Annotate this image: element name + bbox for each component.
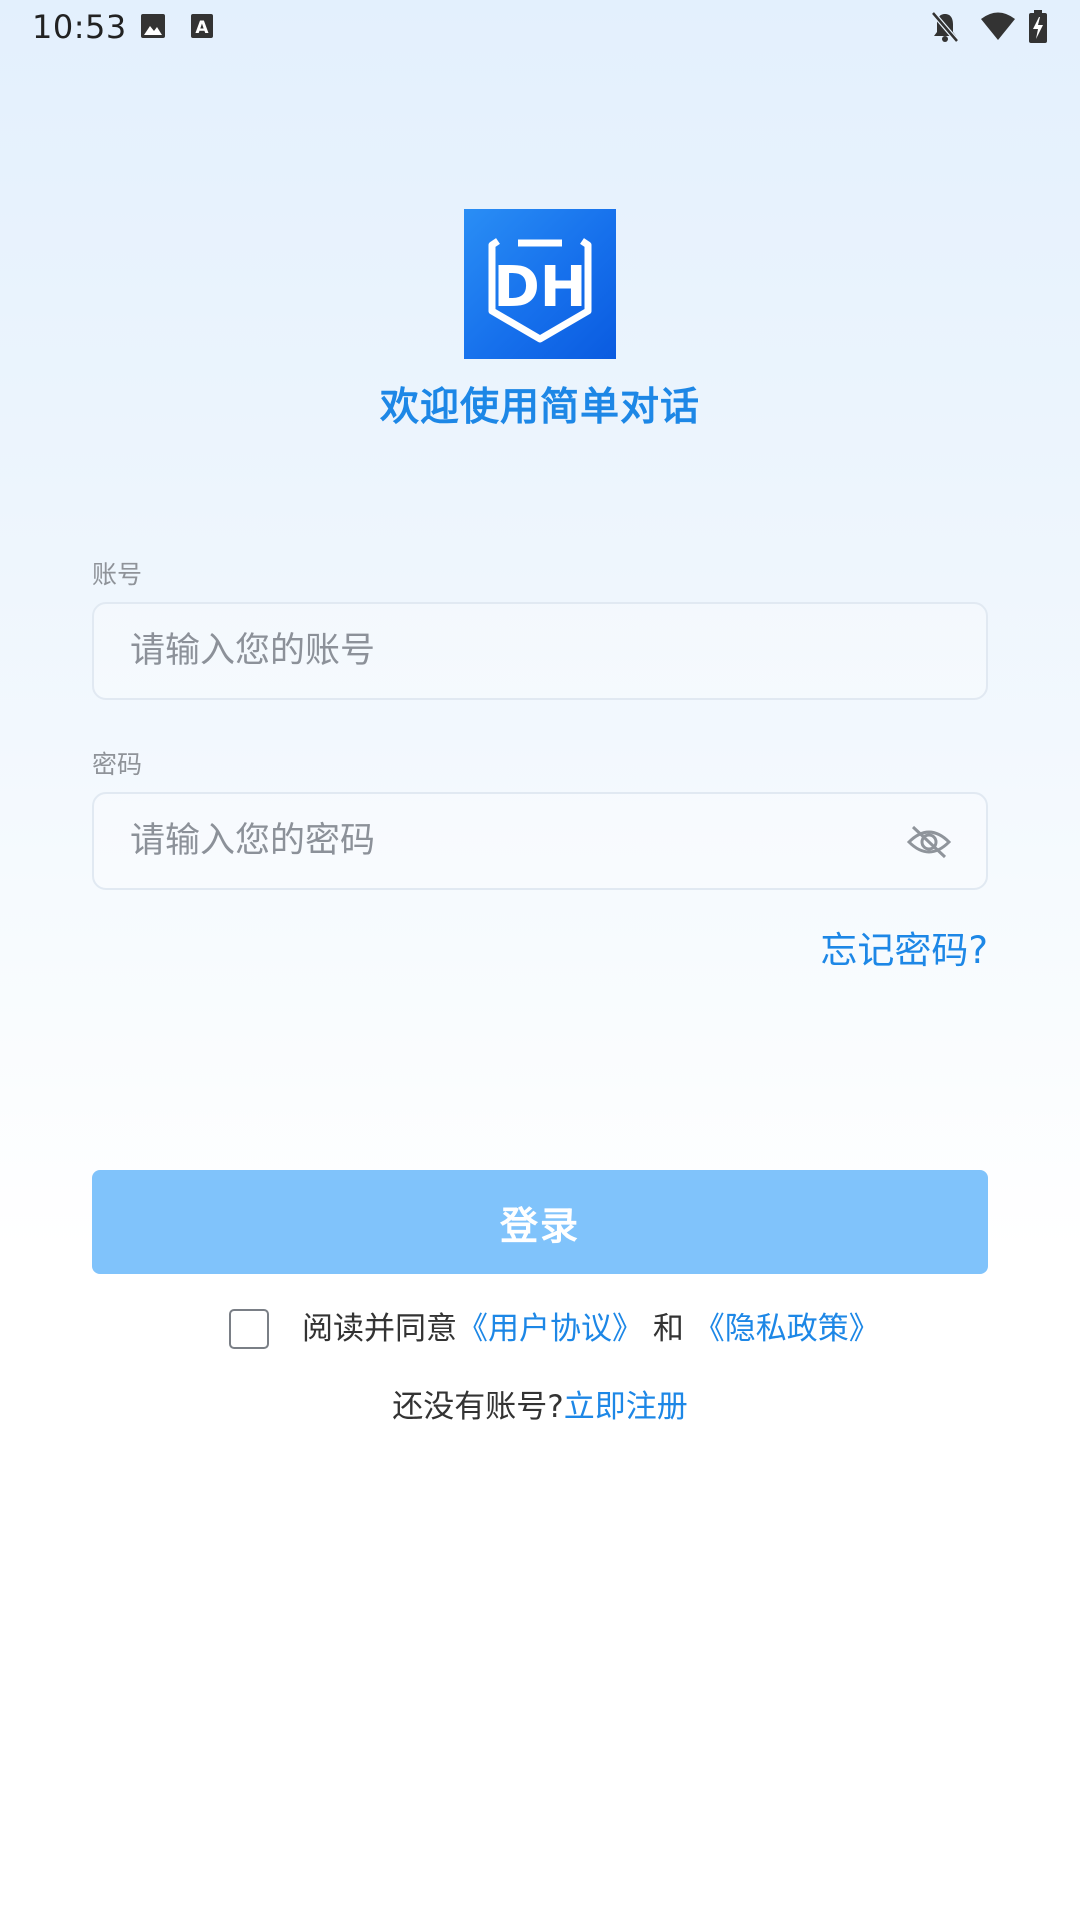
status-bar: 10:53 A (0, 0, 1080, 56)
a-icon: A (191, 14, 213, 38)
account-field[interactable] (92, 602, 988, 700)
svg-text:A: A (195, 18, 209, 38)
app-logo: DH (464, 209, 616, 359)
register-row: 还没有账号?立即注册 (0, 1384, 1080, 1430)
battery-charging-icon (1029, 10, 1047, 43)
eye-off-icon[interactable] (906, 824, 952, 860)
password-field[interactable] (92, 792, 988, 890)
agreement-prefix: 阅读并同意 (302, 1311, 457, 1347)
welcome-title: 欢迎使用简单对话 (379, 385, 700, 430)
app-logo-mark: DH (488, 238, 592, 343)
register-prompt: 还没有账号? (392, 1389, 564, 1425)
user-agreement-link[interactable]: 《用户协议》 (457, 1311, 643, 1347)
agreement-and: 和 (643, 1311, 694, 1347)
bell-off-icon (931, 11, 959, 43)
account-label: 账号 (92, 560, 143, 589)
agreement-text: 阅读并同意《用户协议》 和 《隐私政策》 (302, 1306, 880, 1352)
agreement-checkbox[interactable] (229, 1309, 269, 1349)
app-logo-text: DH (493, 255, 586, 320)
status-time: 10:53 (32, 8, 127, 46)
password-label: 密码 (92, 750, 143, 779)
image-icon (141, 14, 165, 38)
wifi-icon (981, 12, 1015, 40)
register-link[interactable]: 立即注册 (564, 1389, 688, 1425)
password-input[interactable] (130, 794, 890, 888)
account-input[interactable] (130, 604, 890, 698)
agreement-row: 阅读并同意《用户协议》 和 《隐私政策》 (0, 1306, 1080, 1352)
privacy-policy-link[interactable]: 《隐私政策》 (694, 1311, 880, 1347)
login-button[interactable]: 登录 (92, 1170, 988, 1274)
forgot-password-link[interactable]: 忘记密码? (820, 920, 988, 974)
